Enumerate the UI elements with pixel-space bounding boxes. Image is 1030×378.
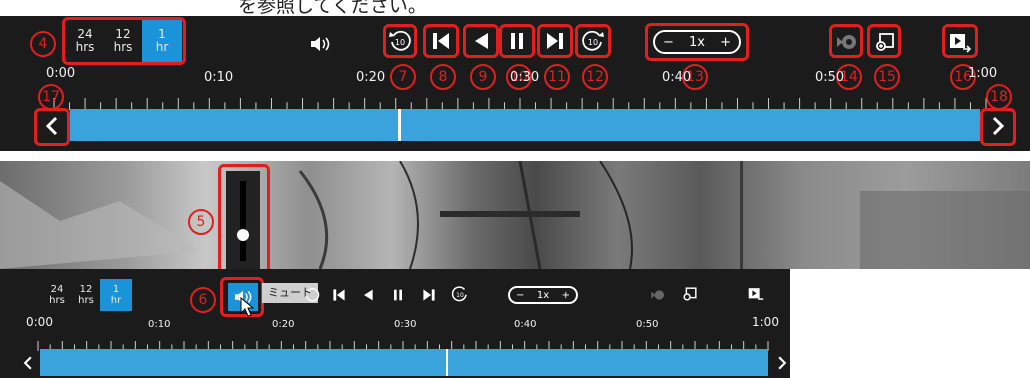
playhead[interactable] (398, 109, 401, 141)
pause-button[interactable] (390, 285, 406, 305)
callout-box-right (980, 108, 1016, 146)
range-unit: hrs (49, 295, 65, 306)
callout-number: 18 (986, 84, 1012, 110)
timeline-track[interactable] (70, 109, 980, 141)
callout-box-pause (499, 24, 535, 58)
range-value: 1 (112, 284, 120, 295)
caption-text: を参照してください。 (238, 0, 427, 16)
time-label: 1:00 (752, 315, 779, 329)
bottom-playback-panel: 24 hrs 12 hrs 1 hr 6 ミュート 10 − 1x + 0:00… (0, 269, 1030, 378)
callout-box-end (537, 24, 573, 58)
exit-playback-icon (748, 288, 764, 300)
video-scene (0, 161, 1030, 269)
snapshot-icon (683, 287, 697, 301)
volume-button[interactable] (308, 32, 332, 56)
caption-strip: を参照してください。 (0, 0, 1030, 16)
forward-10-icon: 10 (451, 286, 467, 302)
time-label: 0:10 (204, 70, 234, 85)
speaker-icon (311, 37, 330, 51)
video-frame: 5 (0, 161, 1030, 269)
skip-end-icon (423, 289, 435, 301)
callout-box-exit (942, 24, 978, 58)
skip-start-icon (333, 289, 345, 301)
callout-box-camera (829, 24, 863, 58)
time-label: 0:00 (26, 315, 53, 329)
snapshot-button[interactable] (680, 284, 700, 304)
exit-playback-button[interactable] (746, 284, 766, 304)
chevron-left-icon (23, 356, 32, 370)
callout-number: 6 (190, 287, 216, 313)
callout-box-range (62, 17, 186, 65)
callout-number: 15 (874, 64, 900, 90)
time-label: 0:30 (510, 70, 540, 85)
rewind-10-button[interactable] (303, 285, 321, 305)
callout-box-back (463, 24, 499, 58)
top-playback-panel: 24 hrs 12 hrs 1 hr 4 10 7 8 9 10 11 10 1… (0, 16, 1030, 151)
time-label: 0:30 (394, 319, 417, 330)
forward-10-button[interactable]: 10 (450, 283, 470, 305)
step-back-icon (364, 289, 373, 301)
timeline-next-button[interactable] (772, 351, 792, 375)
playhead[interactable] (446, 349, 448, 376)
time-label: 0:40 (662, 70, 692, 85)
speed-minus-button[interactable]: − (516, 290, 524, 301)
svg-text:10: 10 (456, 292, 464, 299)
range-24hrs-button[interactable]: 24 hrs (42, 279, 72, 311)
timeline-prev-button[interactable] (18, 351, 38, 375)
callout-number: 11 (544, 64, 570, 90)
chevron-right-icon (778, 356, 787, 370)
callout-number: 8 (430, 64, 456, 90)
range-1hr-button[interactable]: 1 hr (100, 279, 132, 311)
speed-label: 1x (536, 289, 550, 301)
callout-box-forward (575, 24, 611, 58)
callout-box-left (34, 108, 70, 146)
range-12hrs-button[interactable]: 12 hrs (72, 279, 100, 311)
callout-box-rewind (383, 24, 417, 58)
time-label: 0:20 (356, 70, 386, 85)
range-unit: hr (110, 295, 122, 306)
range-value: 24 (50, 284, 64, 295)
callout-box-snapshot (867, 24, 901, 58)
skip-end-button[interactable] (420, 285, 438, 305)
callout-number: 17 (38, 84, 64, 110)
callout-box-speed (645, 23, 749, 61)
timeline-track[interactable] (40, 349, 768, 376)
cursor-pointer-icon (240, 296, 255, 321)
time-label: 0:00 (46, 66, 76, 81)
callout-number: 4 (30, 31, 56, 57)
callout-number: 7 (390, 64, 416, 90)
skip-start-button[interactable] (330, 285, 348, 305)
camera-button[interactable] (648, 285, 668, 305)
time-label: 0:50 (815, 70, 845, 85)
time-label: 0:50 (636, 319, 659, 330)
speed-plus-button[interactable]: + (562, 290, 570, 301)
time-label: 0:20 (272, 319, 295, 330)
rewind-10-icon (306, 288, 320, 302)
timeline-ticks (53, 98, 987, 110)
time-label: 0:10 (148, 319, 171, 330)
callout-box-volume-slider (218, 164, 270, 269)
separator (0, 151, 1030, 161)
range-value: 12 (79, 284, 93, 295)
callout-number: 5 (188, 209, 214, 235)
time-label: 1:00 (968, 66, 998, 81)
pause-icon (394, 289, 402, 301)
time-label: 0:40 (514, 319, 537, 330)
camera-icon (651, 290, 664, 300)
callout-number: 12 (582, 64, 608, 90)
time-range-selector: 24 hrs 12 hrs 1 hr (42, 279, 132, 311)
playback-speed-control[interactable]: − 1x + (508, 286, 578, 304)
callout-number: 9 (470, 64, 496, 90)
callout-box-start (423, 24, 459, 58)
step-back-button[interactable] (360, 285, 376, 305)
range-unit: hrs (78, 295, 94, 306)
